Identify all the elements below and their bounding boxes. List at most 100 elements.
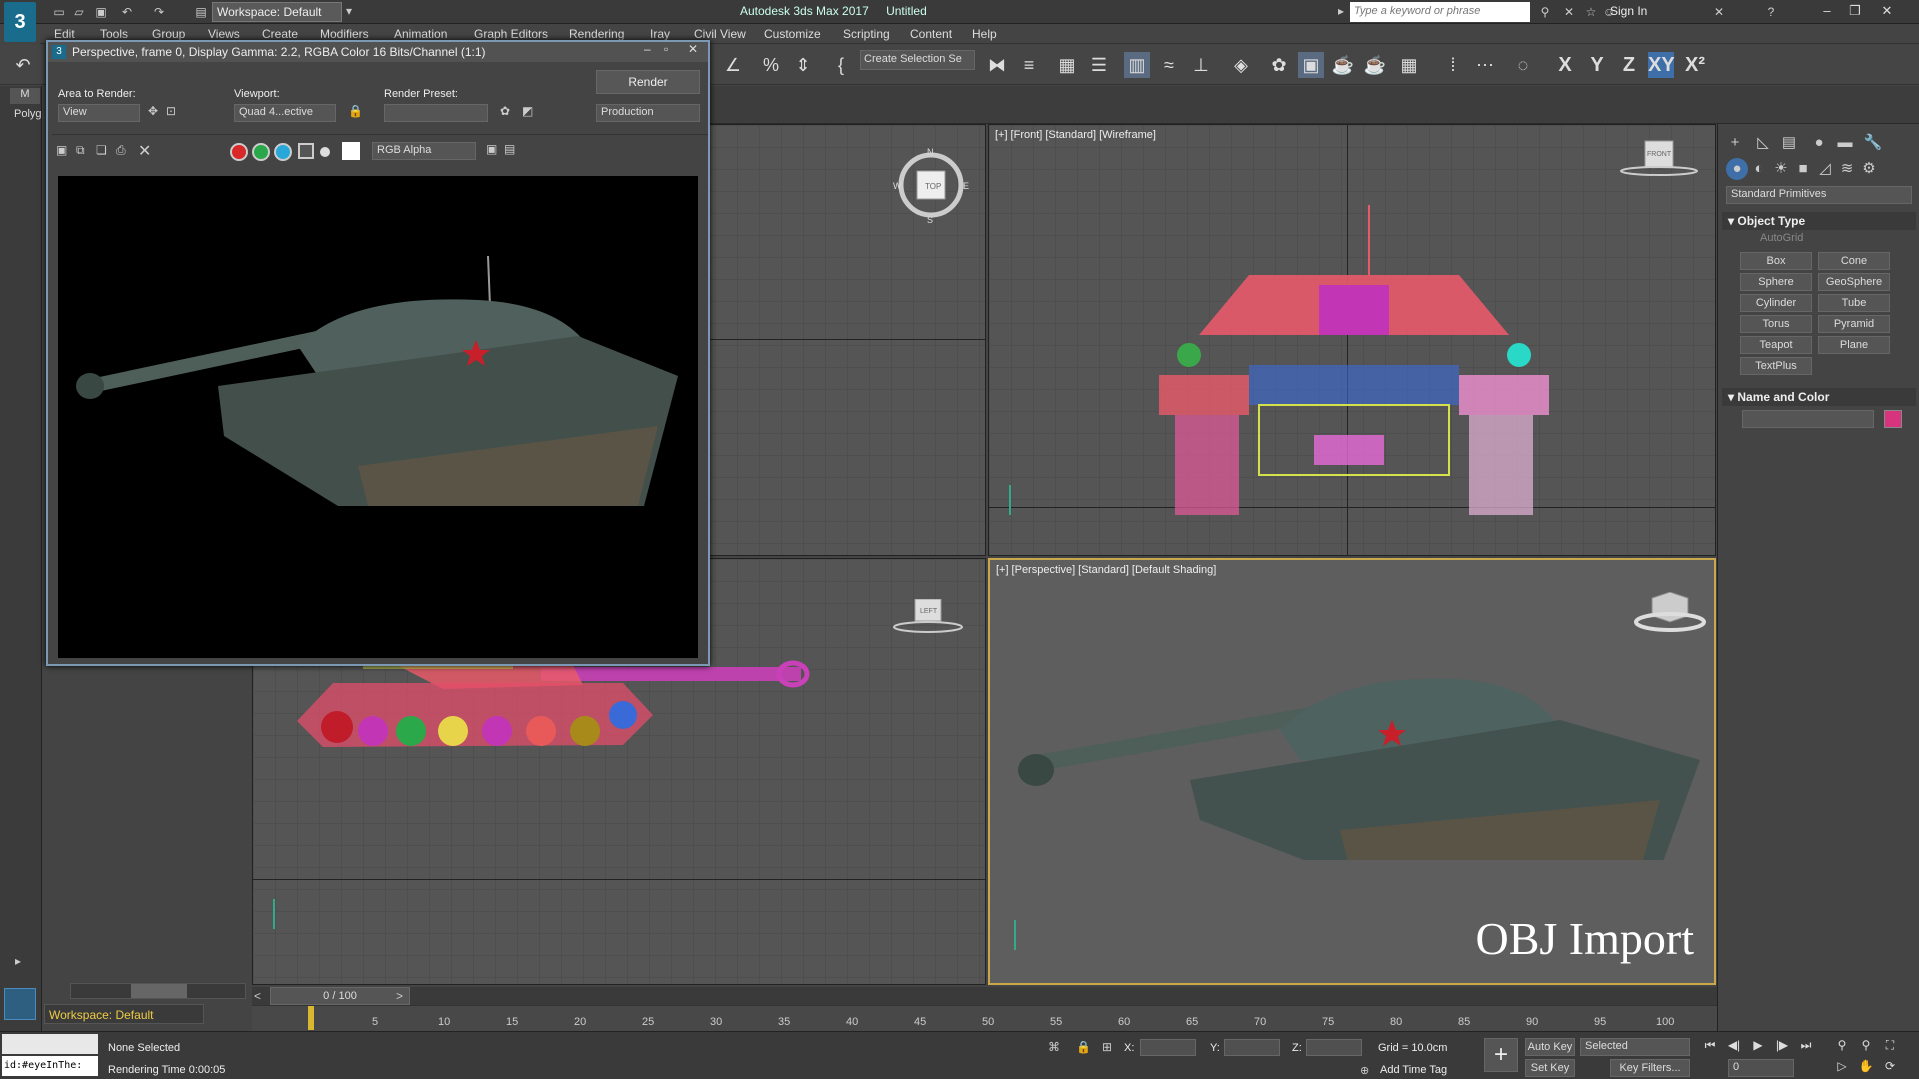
save-image-icon[interactable]: ▣ bbox=[56, 143, 67, 157]
cone-button[interactable]: Cone bbox=[1818, 252, 1890, 270]
zoom-icon[interactable]: ⚲ bbox=[1832, 1038, 1852, 1056]
axis-z-button[interactable]: Z bbox=[1616, 52, 1642, 78]
layer-explorer-icon[interactable]: ☰ bbox=[1086, 52, 1112, 78]
utilities-tab-icon[interactable]: 🔧 bbox=[1862, 132, 1884, 154]
axis-x-squared-button[interactable]: X² bbox=[1682, 52, 1708, 78]
z-coord-field[interactable] bbox=[1306, 1039, 1362, 1056]
star-icon[interactable]: ☆ bbox=[1582, 3, 1600, 21]
time-cursor[interactable] bbox=[308, 1006, 314, 1030]
scene-explorer-icon[interactable]: ▦ bbox=[1054, 52, 1080, 78]
menu-modifiers[interactable]: Modifiers bbox=[320, 27, 369, 41]
current-frame-field[interactable]: 0 bbox=[1728, 1059, 1794, 1077]
menu-customize[interactable]: Customize bbox=[764, 27, 821, 41]
binoculars-icon[interactable]: ⚲ bbox=[1536, 3, 1554, 21]
viewport-standard-label[interactable]: [Standard] bbox=[1078, 564, 1129, 576]
box-button[interactable]: Box bbox=[1740, 252, 1812, 270]
toggle-ui-icon[interactable]: ▤ bbox=[504, 142, 515, 156]
scrollbar-thumb[interactable] bbox=[131, 984, 187, 998]
app-logo-icon[interactable]: 3 bbox=[4, 2, 36, 42]
perspective-viewport[interactable]: [+] [Perspective] [Standard] [Default Shadi… bbox=[988, 558, 1716, 985]
menu-edit[interactable]: Edit bbox=[54, 27, 75, 41]
add-time-tag[interactable]: Add Time Tag bbox=[1380, 1064, 1447, 1076]
mirror-icon[interactable]: ⧓ bbox=[984, 52, 1010, 78]
new-file-icon[interactable]: ▭ bbox=[50, 3, 68, 21]
menu-scripting[interactable]: Scripting bbox=[843, 27, 890, 41]
render-gallery-icon[interactable]: ▦ bbox=[1396, 52, 1422, 78]
redo-icon[interactable]: ↷ bbox=[150, 3, 168, 21]
render-window-maximize[interactable]: ▫ bbox=[664, 42, 668, 56]
blue-channel-toggle[interactable] bbox=[274, 143, 292, 161]
torus-button[interactable]: Torus bbox=[1740, 315, 1812, 333]
close-button[interactable]: ✕ bbox=[1874, 0, 1900, 22]
selection-circle-icon[interactable]: ◌ bbox=[1510, 52, 1536, 78]
time-tag-icon[interactable]: ⊕ bbox=[1360, 1064, 1369, 1077]
front-viewport[interactable]: [+] [Front] [Standard] [Wireframe] FRONT bbox=[988, 124, 1716, 556]
viewport-layout-icon[interactable] bbox=[4, 988, 36, 1020]
rendered-frame-window-icon[interactable]: ▣ bbox=[1298, 52, 1324, 78]
geosphere-button[interactable]: GeoSphere bbox=[1818, 273, 1890, 291]
front-viewport-label[interactable]: [+] [Front] [Standard] [Wireframe] bbox=[995, 129, 1159, 141]
material-editor-icon[interactable]: ◈ bbox=[1228, 52, 1254, 78]
next-key-icon[interactable]: |▶ bbox=[1772, 1038, 1792, 1056]
workspace-dropdown[interactable]: Workspace: Default bbox=[212, 2, 342, 22]
maximize-button[interactable]: ❐ bbox=[1842, 0, 1868, 22]
display-tab-icon[interactable]: ▬ bbox=[1834, 132, 1856, 154]
sign-in-link[interactable]: Sign In bbox=[1610, 4, 1647, 18]
viewport-menu-plus[interactable]: [+] bbox=[995, 129, 1008, 141]
menu-graph-editors[interactable]: Graph Editors bbox=[474, 27, 548, 41]
key-filters-button[interactable]: Key Filters... bbox=[1610, 1059, 1690, 1077]
hierarchy-tab-icon[interactable]: ▤ bbox=[1778, 132, 1800, 154]
category-dropdown[interactable]: Standard Primitives bbox=[1726, 186, 1912, 204]
modeling-tab[interactable]: M bbox=[10, 88, 40, 104]
monochrome-toggle[interactable] bbox=[320, 147, 330, 157]
viewport-pov-label[interactable]: [Front] bbox=[1011, 129, 1043, 141]
clone-window-icon[interactable]: ❏ bbox=[96, 143, 107, 157]
zoom-extents-icon[interactable]: ⛶ bbox=[1880, 1038, 1900, 1056]
axis-xy-button[interactable]: XY bbox=[1648, 52, 1675, 78]
horizontal-scrollbar[interactable] bbox=[70, 983, 246, 999]
track-bar[interactable]: 5 10 15 20 25 30 35 40 45 50 55 60 65 70… bbox=[252, 1005, 1717, 1031]
cameras-icon[interactable]: ■ bbox=[1792, 158, 1814, 180]
viewport-menu-plus[interactable]: [+] bbox=[996, 564, 1009, 576]
clear-icon[interactable]: ✕ bbox=[138, 141, 151, 161]
object-type-rollout[interactable]: ▾ Object Type bbox=[1722, 212, 1916, 230]
production-dropdown[interactable]: Production bbox=[596, 104, 700, 122]
red-channel-toggle[interactable] bbox=[230, 143, 248, 161]
menu-help[interactable]: Help bbox=[972, 27, 997, 41]
play-icon[interactable]: ▶ bbox=[1748, 1038, 1768, 1056]
auto-key-button[interactable]: Auto Key bbox=[1525, 1038, 1575, 1056]
array-icon[interactable]: ⋯ bbox=[1472, 52, 1498, 78]
menu-iray[interactable]: Iray bbox=[650, 27, 670, 41]
pyramid-button[interactable]: Pyramid bbox=[1818, 315, 1890, 333]
key-selection-dropdown[interactable]: Selected bbox=[1580, 1038, 1690, 1056]
expand-arrow-icon[interactable]: ▸ bbox=[1338, 4, 1344, 18]
go-to-start-icon[interactable]: ⏮ bbox=[1700, 1038, 1720, 1056]
axis-y-button[interactable]: Y bbox=[1584, 52, 1610, 78]
copy-image-icon[interactable]: ⧉ bbox=[76, 143, 85, 158]
search-input[interactable]: Type a keyword or phrase bbox=[1350, 2, 1530, 22]
textplus-button[interactable]: TextPlus bbox=[1740, 357, 1812, 375]
plane-button[interactable]: Plane bbox=[1818, 336, 1890, 354]
render-window-minimize[interactable]: – bbox=[644, 42, 651, 56]
play-panel-icon[interactable]: ▸ bbox=[8, 954, 28, 974]
menu-content[interactable]: Content bbox=[910, 27, 952, 41]
align-icon[interactable]: ≡ bbox=[1016, 52, 1042, 78]
create-tab-icon[interactable]: + bbox=[1724, 132, 1746, 154]
toggle-ribbon-icon[interactable]: ▥ bbox=[1124, 52, 1150, 78]
alpha-channel-toggle[interactable] bbox=[298, 143, 314, 159]
viewcube-compass[interactable]: TOP N W E S bbox=[891, 145, 971, 225]
undo-large-icon[interactable]: ↶ bbox=[10, 52, 36, 78]
green-channel-toggle[interactable] bbox=[252, 143, 270, 161]
display-channel-dropdown[interactable]: RGB Alpha bbox=[372, 142, 476, 160]
teapot-button[interactable]: Teapot bbox=[1740, 336, 1812, 354]
exchange-icon[interactable]: ✕ bbox=[1710, 3, 1728, 21]
render-button[interactable]: Render bbox=[596, 70, 700, 94]
render-iterative-icon[interactable]: ☕ bbox=[1362, 52, 1388, 78]
auto-region-icon[interactable]: ⊡ bbox=[166, 104, 176, 118]
time-slider-track[interactable]: < 0 / 100 > bbox=[252, 987, 1717, 1005]
perspective-viewport-label[interactable]: [+] [Perspective] [Standard] [Default Shadi… bbox=[996, 564, 1219, 576]
curve-editor-icon[interactable]: ≈ bbox=[1156, 52, 1182, 78]
clear-color-swatch[interactable] bbox=[342, 142, 360, 160]
help-icon[interactable]: ? bbox=[1762, 3, 1780, 21]
y-coord-field[interactable] bbox=[1224, 1039, 1280, 1056]
